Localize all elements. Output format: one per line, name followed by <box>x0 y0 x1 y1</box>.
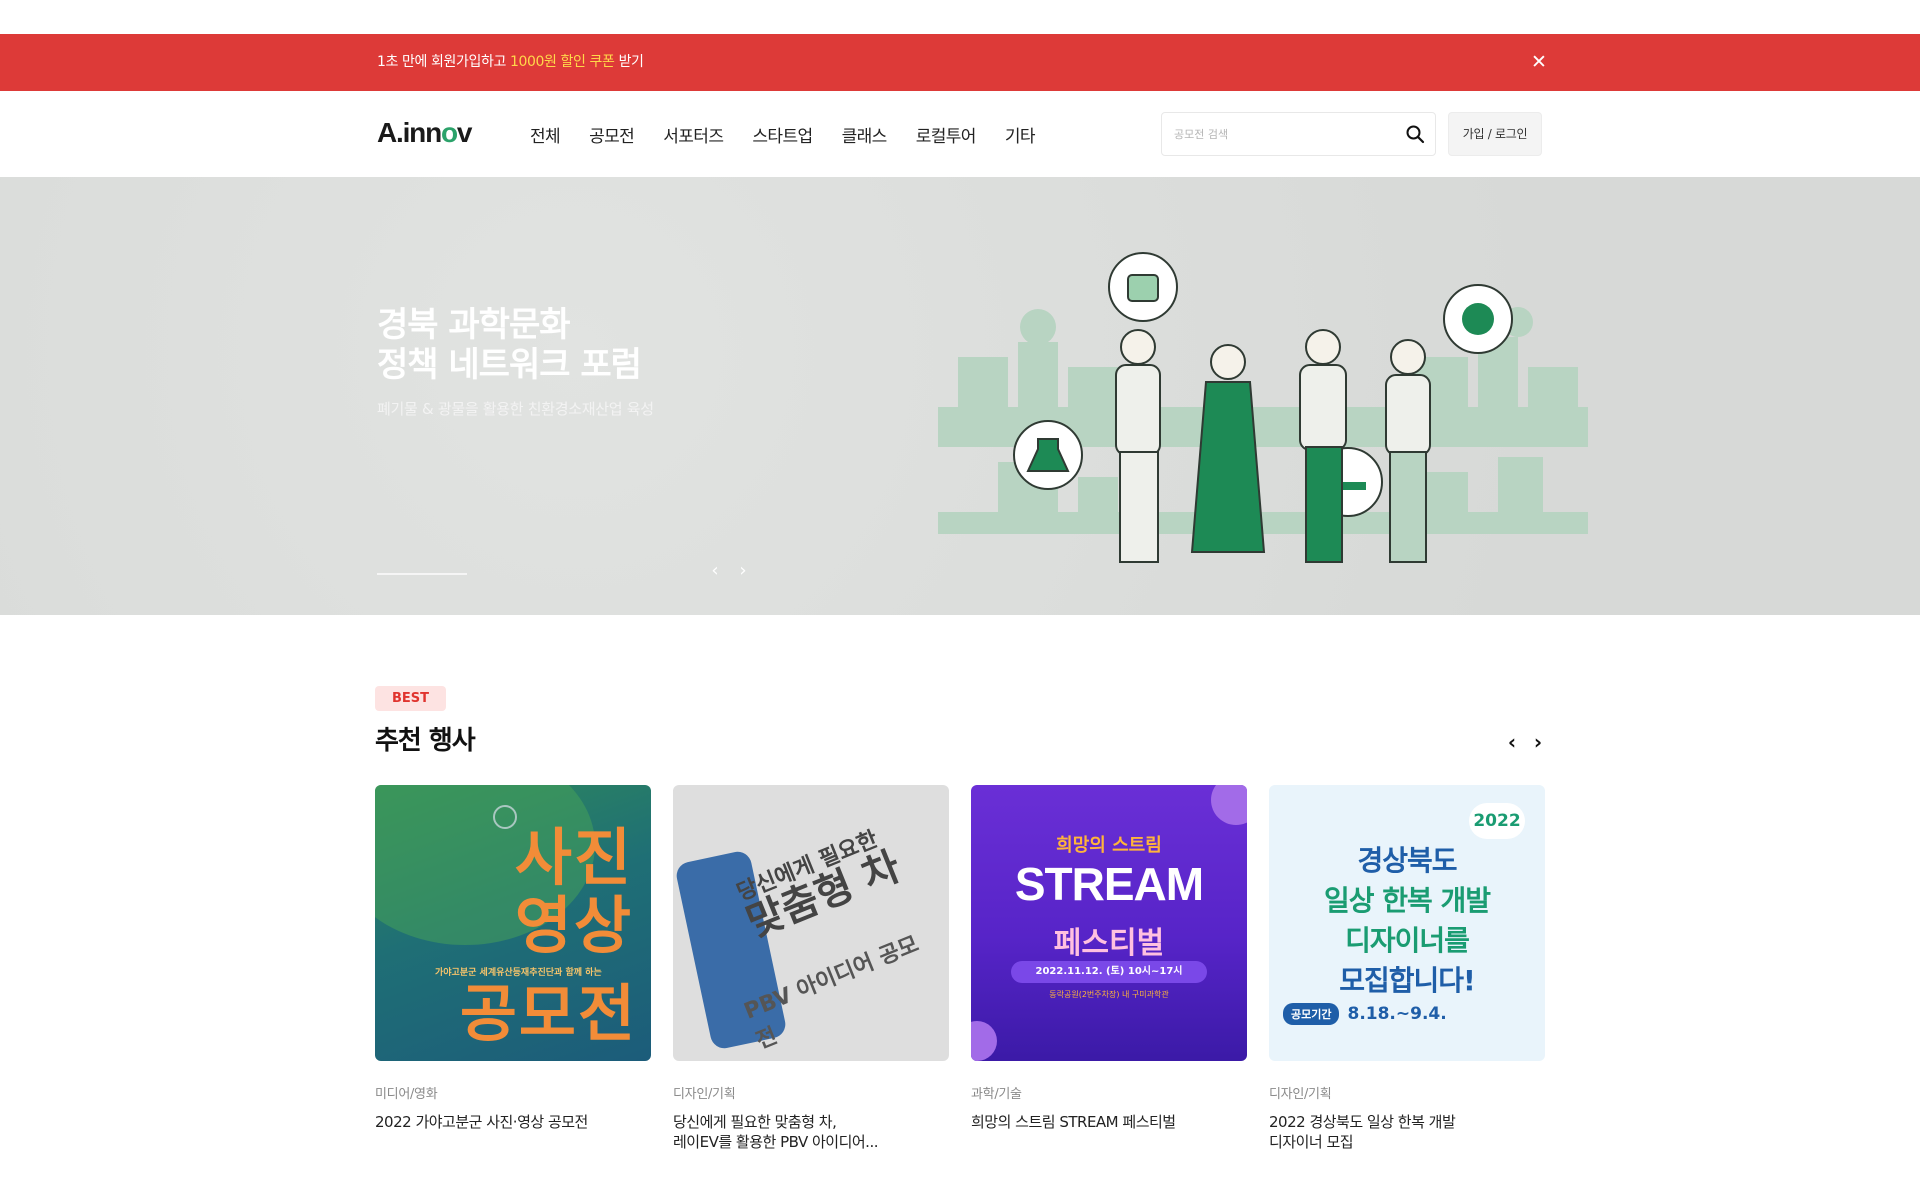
event-category: 디자인/기획 <box>1269 1087 1332 1102</box>
nav-item-local-tour[interactable]: 로컬투어 <box>916 122 977 147</box>
period-label: 공모기간 <box>1283 1003 1340 1025</box>
thumb-fest: 페스티벌 <box>1053 926 1165 961</box>
chevron-right-icon[interactable]: › <box>735 561 751 581</box>
hero-banner[interactable]: 경북 과학문화 정책 네트워크 포럼 폐기물 & 광물을 활용한 친환경소재산업… <box>0 177 1920 615</box>
event-title[interactable]: 2022 경상북도 일상 한복 개발 디자이너 모집 <box>1269 1112 1545 1152</box>
thumb-date: 2022.11.12. (토) 10시~17시 <box>1011 961 1207 983</box>
chevron-left-icon[interactable]: ‹ <box>707 561 723 581</box>
hero-subtitle: 폐기물 & 광물을 활용한 친환경소재산업 육성 <box>377 400 654 418</box>
event-card[interactable]: 사진 영상 가야고분군 세계유산등재추진단과 함께 하는 공모전 미디어/영화 … <box>375 785 651 1152</box>
event-title[interactable]: 당신에게 필요한 맞춤형 차, 레이EV를 활용한 PBV 아이디어... <box>673 1112 949 1152</box>
nav-item-startup[interactable]: 스타트업 <box>752 122 813 147</box>
thumb-location: 동락공원(2번주차장) 내 구미과학관 <box>1049 990 1169 999</box>
thumb-line-2: 영상 <box>514 889 633 962</box>
thumb-line-2: 일상 한복 개발 <box>1323 884 1491 917</box>
hero-pagination: ‹ › <box>707 561 751 581</box>
thumb-line-1: 사진 <box>514 821 633 894</box>
event-title[interactable]: 2022 가야고분군 사진·영상 공모전 <box>375 1112 651 1132</box>
thumb-headline: 경상북도 일상 한복 개발 디자이너를 모집합니다! <box>1269 841 1545 1001</box>
logo-text-2: o <box>441 117 458 148</box>
thumb-main: STREAM <box>1014 858 1204 910</box>
promo-text-before: 1초 만에 회원가입하고 <box>377 54 510 70</box>
hero-title-line-1: 경북 과학문화 <box>377 305 571 345</box>
search-icon[interactable] <box>1405 124 1425 144</box>
thumb-line-3: 디자이너를 <box>1345 924 1470 957</box>
event-card[interactable]: 당신에게 필요한 맞춤형 차 PBV 아이디어 공모전 디자인/기획 당신에게 … <box>673 785 949 1152</box>
nav-item-etc[interactable]: 기타 <box>1005 122 1036 147</box>
planet-image <box>1211 785 1247 825</box>
close-icon[interactable]: ✕ <box>1528 51 1550 73</box>
thumb-year-badge: 2022 <box>1469 803 1525 839</box>
site-logo[interactable]: A.innov <box>377 115 473 151</box>
crosshair-icon <box>493 805 517 829</box>
promo-banner[interactable]: 1초 만에 회원가입하고 1000원 할인 쿠폰 받기 ✕ <box>0 34 1920 91</box>
event-card[interactable]: 2022 경상북도 일상 한복 개발 디자이너를 모집합니다! 공모기간 8.1… <box>1269 785 1545 1152</box>
thumb-line-1: 경상북도 <box>1357 844 1457 877</box>
planet-image <box>971 1021 997 1061</box>
nav-item-class[interactable]: 클래스 <box>842 122 888 147</box>
hero-title-line-2: 정책 네트워크 포럼 <box>377 345 642 385</box>
section-pagination: ‹ › <box>1504 731 1546 753</box>
thumb-line-3: 공모전 <box>459 977 637 1050</box>
period-value: 8.18.~9.4. <box>1347 1004 1447 1024</box>
best-badge: BEST <box>375 686 446 711</box>
event-category: 디자인/기획 <box>673 1087 736 1102</box>
nav-item-all[interactable]: 전체 <box>530 122 561 147</box>
event-title[interactable]: 희망의 스트림 STREAM 페스티벌 <box>971 1112 1247 1132</box>
event-thumbnail[interactable]: 2022 경상북도 일상 한복 개발 디자이너를 모집합니다! 공모기간 8.1… <box>1269 785 1545 1061</box>
event-thumbnail[interactable]: 당신에게 필요한 맞춤형 차 PBV 아이디어 공모전 <box>673 785 949 1061</box>
event-thumbnail[interactable]: 사진 영상 가야고분군 세계유산등재추진단과 함께 하는 공모전 <box>375 785 651 1061</box>
thumb-period: 공모기간 8.18.~9.4. <box>1283 1003 1447 1025</box>
event-category: 과학/기술 <box>971 1087 1022 1102</box>
hero-illustration <box>938 252 1588 563</box>
hero-title: 경북 과학문화 정책 네트워크 포럼 <box>377 305 642 385</box>
promo-text[interactable]: 1초 만에 회원가입하고 1000원 할인 쿠폰 받기 <box>377 34 644 91</box>
event-category: 미디어/영화 <box>375 1087 438 1102</box>
chevron-right-icon[interactable]: › <box>1530 731 1546 753</box>
promo-highlight: 1000원 할인 쿠폰 <box>509 54 615 70</box>
thumb-sub: 희망의 스트림 <box>1056 835 1162 856</box>
logo-text-3: v <box>456 117 473 148</box>
search-box <box>1161 112 1436 156</box>
event-thumbnail[interactable]: 희망의 스트림 STREAM 페스티벌 2022.11.12. (토) 10시~… <box>971 785 1247 1061</box>
thumb-line-4: 모집합니다! <box>1339 964 1476 997</box>
recommended-events-list: 사진 영상 가야고분군 세계유산등재추진단과 함께 하는 공모전 미디어/영화 … <box>375 785 1545 1152</box>
event-card[interactable]: 희망의 스트림 STREAM 페스티벌 2022.11.12. (토) 10시~… <box>971 785 1247 1152</box>
main-nav: 전체 공모전 서포터즈 스타트업 클래스 로컬투어 기타 <box>530 91 1064 177</box>
promo-text-after: 받기 <box>614 54 644 70</box>
site-header: A.innov 전체 공모전 서포터즈 스타트업 클래스 로컬투어 기타 가입 … <box>0 91 1920 177</box>
hero-progress-bar <box>377 573 467 575</box>
logo-text-1: A.inn <box>377 117 442 148</box>
login-button[interactable]: 가입 / 로그인 <box>1448 112 1542 156</box>
nav-item-contest[interactable]: 공모전 <box>589 122 635 147</box>
chevron-left-icon[interactable]: ‹ <box>1504 731 1520 753</box>
search-input[interactable] <box>1174 113 1394 155</box>
section-title: 추천 행사 <box>375 726 476 756</box>
nav-item-supporters[interactable]: 서포터즈 <box>663 122 724 147</box>
